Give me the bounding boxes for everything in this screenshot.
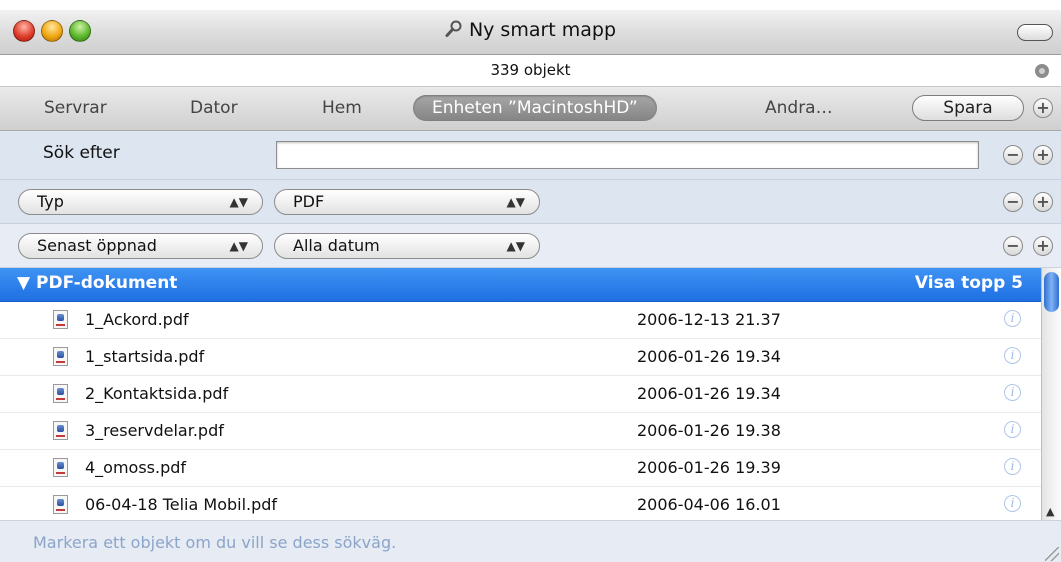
file-date: 2006-01-26 19.38 <box>637 421 781 440</box>
info-icon[interactable]: i <box>1004 310 1021 327</box>
vertical-scrollbar[interactable]: ▲ ▼ <box>1041 268 1061 550</box>
remove-criteria-icon[interactable]: − <box>1003 145 1023 165</box>
add-criteria-icon[interactable]: + <box>1033 98 1053 118</box>
search-progress-icon <box>1035 64 1049 78</box>
finder-smart-folder-window: Ny smart mapp 339 objekt Servrar Dator H… <box>0 10 1061 562</box>
kind-value-popup[interactable]: PDF ▲▼ <box>274 189 540 215</box>
info-icon[interactable]: i <box>1004 458 1021 475</box>
status-bar: 339 objekt <box>0 55 1061 87</box>
file-name: 06-04-18 Telia Mobil.pdf <box>85 495 278 514</box>
criteria-row-kind: Typ ▲▼ PDF ▲▼ − + <box>0 180 1061 224</box>
list-item[interactable]: 2_Kontaktsida.pdf 2006-01-26 19.34 i <box>0 376 1041 413</box>
remove-criteria-icon[interactable]: − <box>1003 236 1023 256</box>
scope-servers[interactable]: Servrar <box>44 98 107 118</box>
file-date: 2006-01-26 19.34 <box>637 347 781 366</box>
show-top-5-button[interactable]: Visa topp 5 <box>915 273 1023 293</box>
pdf-document-icon <box>53 495 68 514</box>
search-for-row: Sök efter − + <box>0 131 1061 180</box>
file-date: 2006-01-26 19.39 <box>637 458 781 477</box>
pdf-document-icon <box>53 421 68 440</box>
pdf-document-icon <box>53 458 68 477</box>
file-date: 2006-12-13 21.37 <box>637 310 781 329</box>
cropped-top-strip <box>0 0 1061 10</box>
remove-criteria-icon[interactable]: − <box>1003 192 1023 212</box>
save-button[interactable]: Spara <box>912 95 1024 121</box>
popup-arrows-icon: ▲▼ <box>506 195 525 209</box>
info-icon[interactable]: i <box>1004 495 1021 512</box>
info-icon[interactable]: i <box>1004 421 1021 438</box>
last-opened-attribute-value: Senast öppnad <box>37 236 157 255</box>
popup-arrows-icon: ▲▼ <box>229 195 248 209</box>
item-count: 339 objekt <box>490 61 571 79</box>
toolbar-toggle-button[interactable] <box>1017 24 1053 41</box>
list-item[interactable]: 1_startsida.pdf 2006-01-26 19.34 i <box>0 339 1041 376</box>
date-range-value: Alla datum <box>293 236 380 255</box>
file-name: 4_omoss.pdf <box>85 458 187 477</box>
group-title[interactable]: ▼ PDF-dokument <box>17 273 177 293</box>
file-date: 2006-01-26 19.34 <box>637 384 781 403</box>
popup-arrows-icon: ▲▼ <box>229 239 248 253</box>
resize-grip-icon[interactable] <box>1045 547 1059 561</box>
window-title: Ny smart mapp <box>468 19 617 41</box>
file-date: 2006-04-06 16.01 <box>637 495 781 514</box>
scroll-up-icon[interactable]: ▲ <box>1046 506 1054 517</box>
results-list: 1_Ackord.pdf 2006-12-13 21.37 i 1_starts… <box>0 302 1041 524</box>
window-title-group: Ny smart mapp <box>0 19 1061 41</box>
kind-attribute-value: Typ <box>37 192 64 211</box>
list-item[interactable]: 06-04-18 Telia Mobil.pdf 2006-04-06 16.0… <box>0 487 1041 524</box>
criteria-row-last-opened: Senast öppnad ▲▼ Alla datum ▲▼ − + <box>0 224 1061 268</box>
results-group-header[interactable]: ▼ PDF-dokument Visa topp 5 <box>0 268 1041 302</box>
scrollbar-thumb[interactable] <box>1044 272 1059 312</box>
path-bar: Markera ett objekt om du vill se dess sö… <box>0 520 1061 562</box>
search-scope-bar: Servrar Dator Hem Enheten ”MacintoshHD” … <box>0 87 1061 131</box>
file-name: 3_reservdelar.pdf <box>85 421 224 440</box>
scope-other[interactable]: Andra… <box>765 98 833 118</box>
smart-folder-magnifier-icon <box>445 19 469 41</box>
popup-arrows-icon: ▲▼ <box>506 239 525 253</box>
file-name: 1_Ackord.pdf <box>85 310 189 329</box>
file-name: 2_Kontaktsida.pdf <box>85 384 229 403</box>
pdf-document-icon <box>53 310 68 329</box>
title-bar[interactable]: Ny smart mapp <box>0 10 1061 55</box>
scope-computer[interactable]: Dator <box>190 98 238 118</box>
info-icon[interactable]: i <box>1004 347 1021 364</box>
add-criteria-icon[interactable]: + <box>1033 192 1053 212</box>
search-input[interactable] <box>276 141 979 169</box>
pdf-document-icon <box>53 384 68 403</box>
list-item[interactable]: 1_Ackord.pdf 2006-12-13 21.37 i <box>0 302 1041 339</box>
pdf-document-icon <box>53 347 68 366</box>
date-range-popup[interactable]: Alla datum ▲▼ <box>274 233 540 259</box>
file-name: 1_startsida.pdf <box>85 347 205 366</box>
path-hint-text: Markera ett objekt om du vill se dess sö… <box>33 533 397 552</box>
kind-value: PDF <box>293 192 325 211</box>
last-opened-attribute-popup[interactable]: Senast öppnad ▲▼ <box>18 233 263 259</box>
add-criteria-icon[interactable]: + <box>1033 236 1053 256</box>
scope-macintoshhd-selected[interactable]: Enheten ”MacintoshHD” <box>413 95 657 121</box>
list-item[interactable]: 4_omoss.pdf 2006-01-26 19.39 i <box>0 450 1041 487</box>
list-item[interactable]: 3_reservdelar.pdf 2006-01-26 19.38 i <box>0 413 1041 450</box>
info-icon[interactable]: i <box>1004 384 1021 401</box>
kind-attribute-popup[interactable]: Typ ▲▼ <box>18 189 263 215</box>
scope-home[interactable]: Hem <box>322 98 362 118</box>
add-criteria-icon[interactable]: + <box>1033 145 1053 165</box>
search-for-label: Sök efter <box>43 143 120 163</box>
